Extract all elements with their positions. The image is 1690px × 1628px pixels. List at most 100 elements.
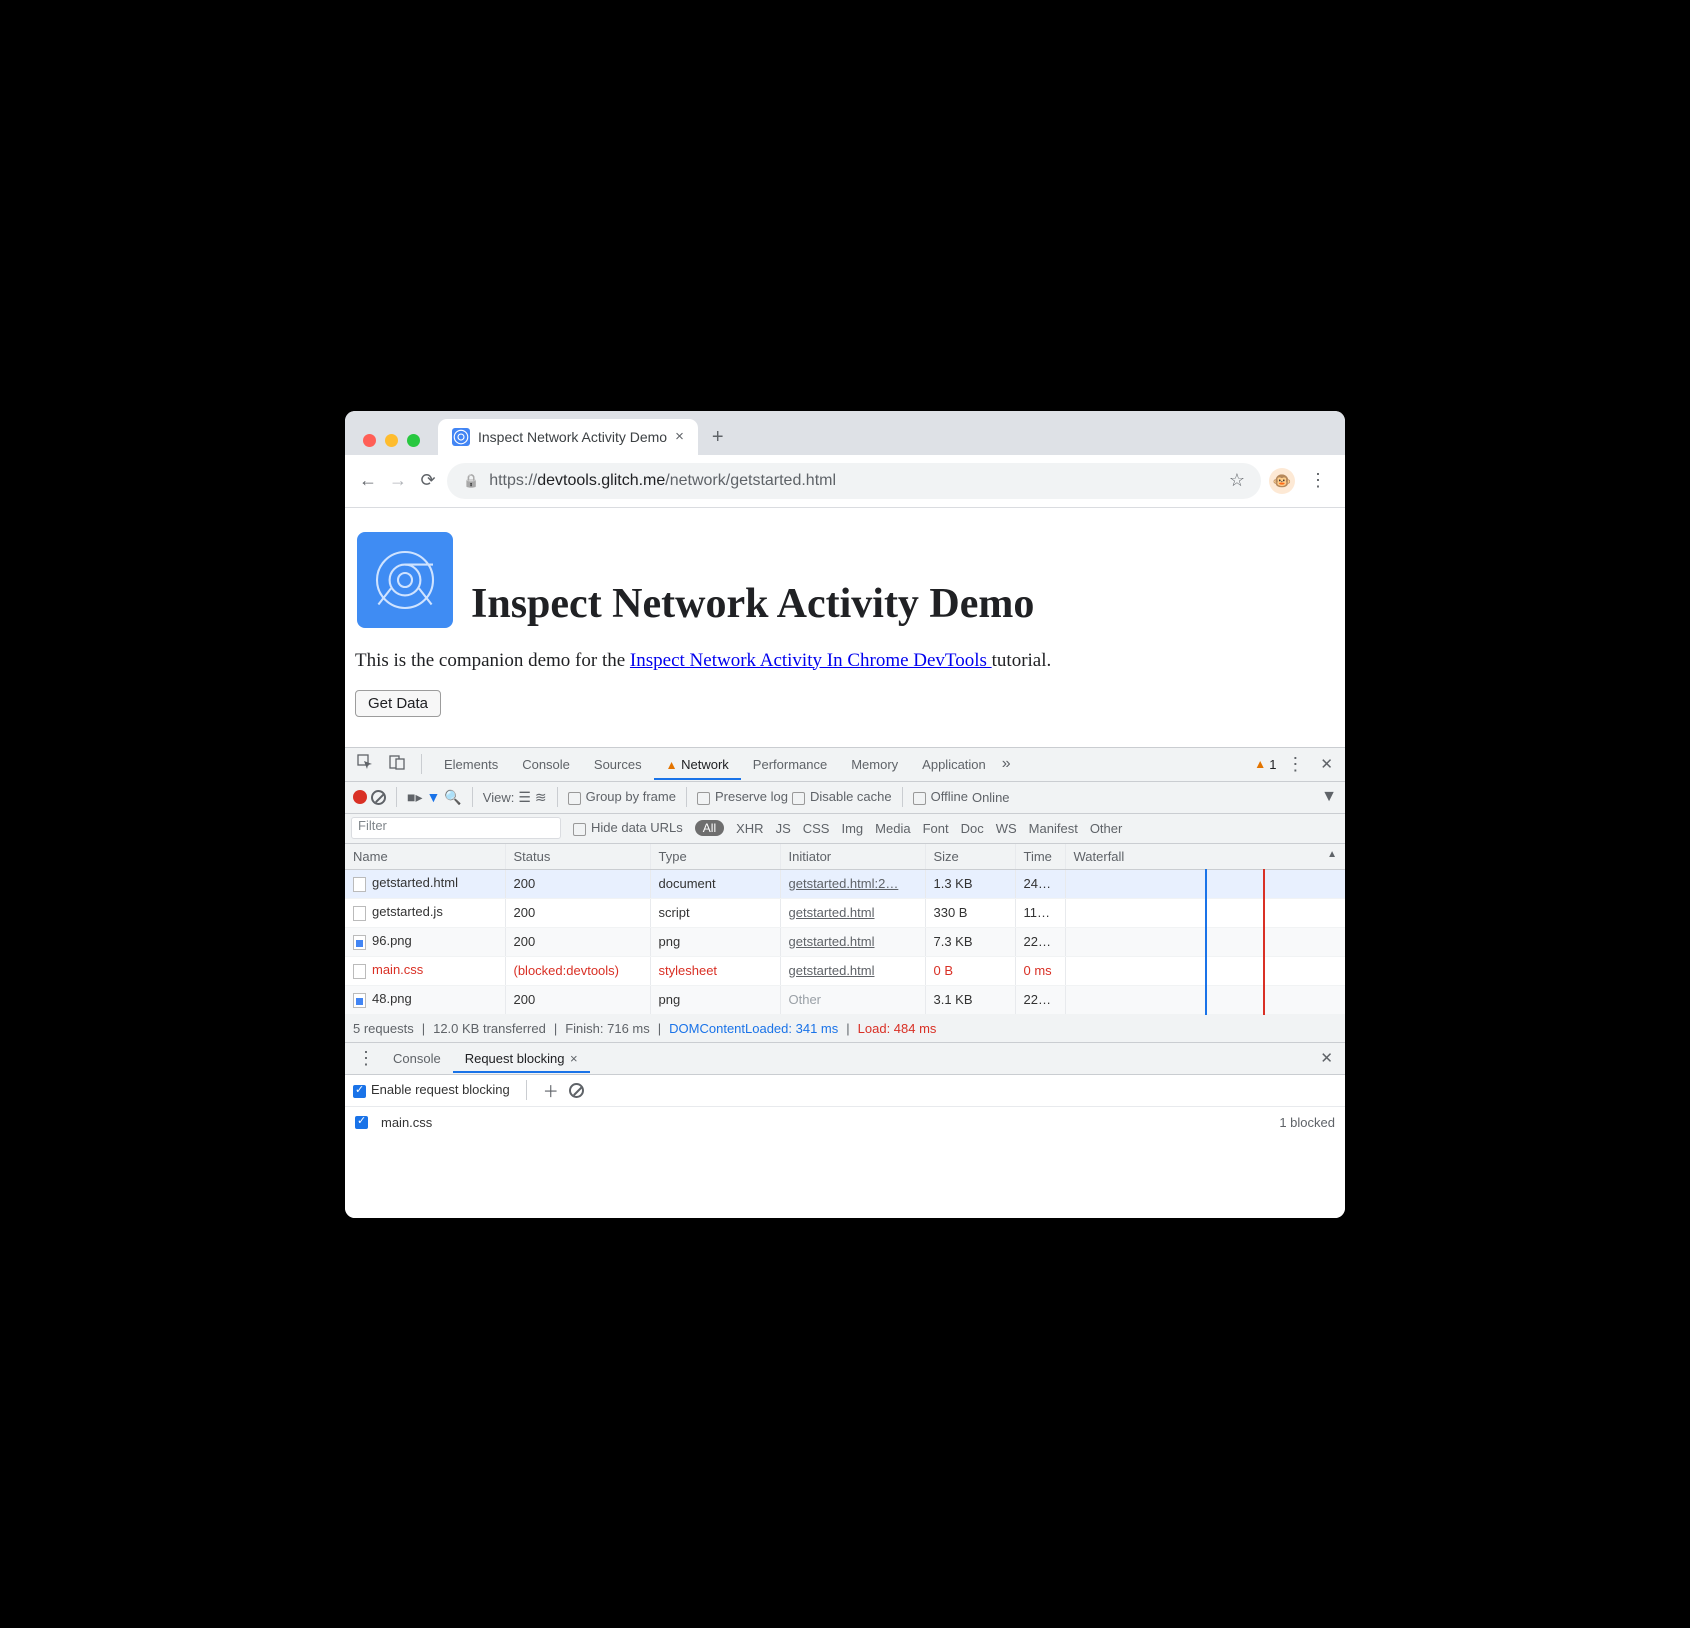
device-toggle-icon[interactable] xyxy=(383,750,411,778)
filter-type-manifest[interactable]: Manifest xyxy=(1029,821,1078,836)
devtools-tab-sources[interactable]: Sources xyxy=(582,751,654,778)
browser-tab[interactable]: Inspect Network Activity Demo × xyxy=(438,419,698,455)
filter-type-xhr[interactable]: XHR xyxy=(736,821,763,836)
network-row[interactable]: getstarted.html200documentgetstarted.htm… xyxy=(345,869,1345,898)
offline-checkbox[interactable]: Offline xyxy=(913,789,968,804)
page-intro: This is the companion demo for the Inspe… xyxy=(355,650,1335,672)
get-data-button[interactable]: Get Data xyxy=(355,690,441,717)
bookmark-icon[interactable]: ☆ xyxy=(1229,470,1245,491)
column-header-status[interactable]: Status xyxy=(505,844,650,870)
search-icon[interactable]: 🔍 xyxy=(444,789,461,806)
request-blocking-toolbar: Enable request blocking ＋ xyxy=(345,1075,1345,1107)
filter-type-media[interactable]: Media xyxy=(875,821,910,836)
drawer-tab-console[interactable]: Console xyxy=(381,1046,453,1071)
waterfall-overview-icon[interactable]: ≋ xyxy=(535,789,547,806)
more-panels-icon[interactable]: » xyxy=(1002,755,1011,773)
network-toolbar: ■▸ ▼ 🔍 View: ☰ ≋ Group by frame Preserve… xyxy=(345,782,1345,814)
network-row[interactable]: 96.png200pnggetstarted.html7.3 KB22… xyxy=(345,927,1345,956)
pattern-text: main.css xyxy=(381,1115,432,1130)
network-settings-icon[interactable]: ▼ xyxy=(1321,788,1337,806)
clear-button[interactable] xyxy=(371,790,386,805)
favicon-icon xyxy=(452,428,470,446)
pattern-enabled-checkbox[interactable] xyxy=(355,1116,368,1129)
devtools-tab-application[interactable]: Application xyxy=(910,751,998,778)
page-heading: Inspect Network Activity Demo xyxy=(471,580,1034,628)
inspect-element-icon[interactable] xyxy=(351,750,379,778)
forward-button[interactable]: → xyxy=(387,470,409,491)
hide-data-urls-checkbox[interactable]: Hide data URLs xyxy=(573,820,683,835)
preserve-log-checkbox[interactable]: Preserve log xyxy=(697,789,788,804)
network-filter-bar: Filter Hide data URLs All XHR JS CSS Img Med… xyxy=(345,814,1345,844)
drawer-menu-icon[interactable]: ⋮ xyxy=(351,1048,381,1069)
new-tab-button[interactable]: + xyxy=(698,426,738,455)
throttle-dropdown[interactable]: Online xyxy=(972,790,1010,805)
blocked-pattern-row[interactable]: main.css 1 blocked xyxy=(345,1107,1345,1138)
record-button[interactable] xyxy=(353,790,367,804)
large-rows-icon[interactable]: ☰ xyxy=(518,789,531,806)
filter-type-css[interactable]: CSS xyxy=(803,821,830,836)
column-header-initiator[interactable]: Initiator xyxy=(780,844,925,870)
address-bar[interactable]: https://devtools.glitch.me/network/getst… xyxy=(447,463,1261,499)
disable-cache-checkbox[interactable]: Disable cache xyxy=(792,789,892,804)
filter-type-js[interactable]: JS xyxy=(776,821,791,836)
minimize-window-icon[interactable] xyxy=(385,434,398,447)
blocked-count: 1 blocked xyxy=(1279,1115,1335,1130)
view-label: View: xyxy=(483,790,515,805)
column-header-name[interactable]: Name xyxy=(345,844,505,870)
file-icon xyxy=(353,935,366,950)
remove-all-patterns-button[interactable] xyxy=(569,1083,584,1098)
filter-type-doc[interactable]: Doc xyxy=(961,821,984,836)
status-dcl: DOMContentLoaded: 341 ms xyxy=(669,1021,838,1036)
filter-input[interactable]: Filter xyxy=(351,817,561,839)
column-header-waterfall[interactable]: Waterfall xyxy=(1065,844,1345,870)
devtools-menu-icon[interactable]: ⋮ xyxy=(1280,754,1310,775)
drawer-tab-strip: ⋮ ConsoleRequest blocking × ✕ xyxy=(345,1043,1345,1075)
close-window-icon[interactable] xyxy=(363,434,376,447)
drawer-close-icon[interactable]: ✕ xyxy=(1314,1045,1339,1071)
chrome-devtools-logo-icon xyxy=(357,532,453,628)
status-load: Load: 484 ms xyxy=(858,1021,937,1036)
devtools-tab-strip: ElementsConsoleSources▲ NetworkPerforman… xyxy=(345,748,1345,782)
file-icon xyxy=(353,877,366,892)
column-header-type[interactable]: Type xyxy=(650,844,780,870)
drawer-tab-close-icon[interactable]: × xyxy=(566,1051,577,1066)
page-content: Inspect Network Activity Demo This is th… xyxy=(345,508,1345,747)
column-header-size[interactable]: Size xyxy=(925,844,1015,870)
file-icon xyxy=(353,906,366,921)
filter-type-other[interactable]: Other xyxy=(1090,821,1123,836)
devtools-tab-network[interactable]: ▲ Network xyxy=(654,751,741,780)
network-row[interactable]: 48.png200pngOther3.1 KB22… xyxy=(345,985,1345,1014)
status-transferred: 12.0 KB transferred xyxy=(433,1021,546,1036)
reload-button[interactable]: ⟳ xyxy=(417,470,439,491)
enable-request-blocking-checkbox[interactable]: Enable request blocking xyxy=(353,1082,510,1097)
url-text: https://devtools.glitch.me/network/getst… xyxy=(489,472,836,490)
devtools-close-icon[interactable]: ✕ xyxy=(1314,751,1339,777)
network-row[interactable]: main.css(blocked:devtools)stylesheetgets… xyxy=(345,956,1345,985)
column-header-time[interactable]: Time xyxy=(1015,844,1065,870)
network-row[interactable]: getstarted.js200scriptgetstarted.html330… xyxy=(345,898,1345,927)
warnings-badge[interactable]: ▲1 xyxy=(1254,757,1276,772)
network-status-bar: 5 requests | 12.0 KB transferred | Finis… xyxy=(345,1015,1345,1043)
tab-title: Inspect Network Activity Demo xyxy=(478,429,667,445)
tab-close-icon[interactable]: × xyxy=(675,428,684,445)
filter-type-all[interactable]: All xyxy=(695,820,724,836)
devtools-tab-performance[interactable]: Performance xyxy=(741,751,839,778)
zoom-window-icon[interactable] xyxy=(407,434,420,447)
camera-icon[interactable]: ■▸ xyxy=(407,789,422,806)
devtools-tab-elements[interactable]: Elements xyxy=(432,751,510,778)
back-button[interactable]: ← xyxy=(357,470,379,491)
add-pattern-button[interactable]: ＋ xyxy=(543,1078,559,1102)
tutorial-link[interactable]: Inspect Network Activity In Chrome DevTo… xyxy=(630,650,992,671)
filter-type-ws[interactable]: WS xyxy=(996,821,1017,836)
devtools-tab-memory[interactable]: Memory xyxy=(839,751,910,778)
browser-menu-icon[interactable]: ⋮ xyxy=(1303,470,1333,491)
file-icon xyxy=(353,993,366,1008)
devtools-tab-console[interactable]: Console xyxy=(510,751,582,778)
profile-avatar[interactable]: 🐵 xyxy=(1269,468,1295,494)
group-by-frame-checkbox[interactable]: Group by frame xyxy=(568,789,676,804)
filter-toggle-icon[interactable]: ▼ xyxy=(426,789,440,805)
filter-type-font[interactable]: Font xyxy=(923,821,949,836)
drawer-tab-request-blocking[interactable]: Request blocking × xyxy=(453,1046,590,1073)
status-finish: Finish: 716 ms xyxy=(565,1021,650,1036)
filter-type-img[interactable]: Img xyxy=(841,821,863,836)
